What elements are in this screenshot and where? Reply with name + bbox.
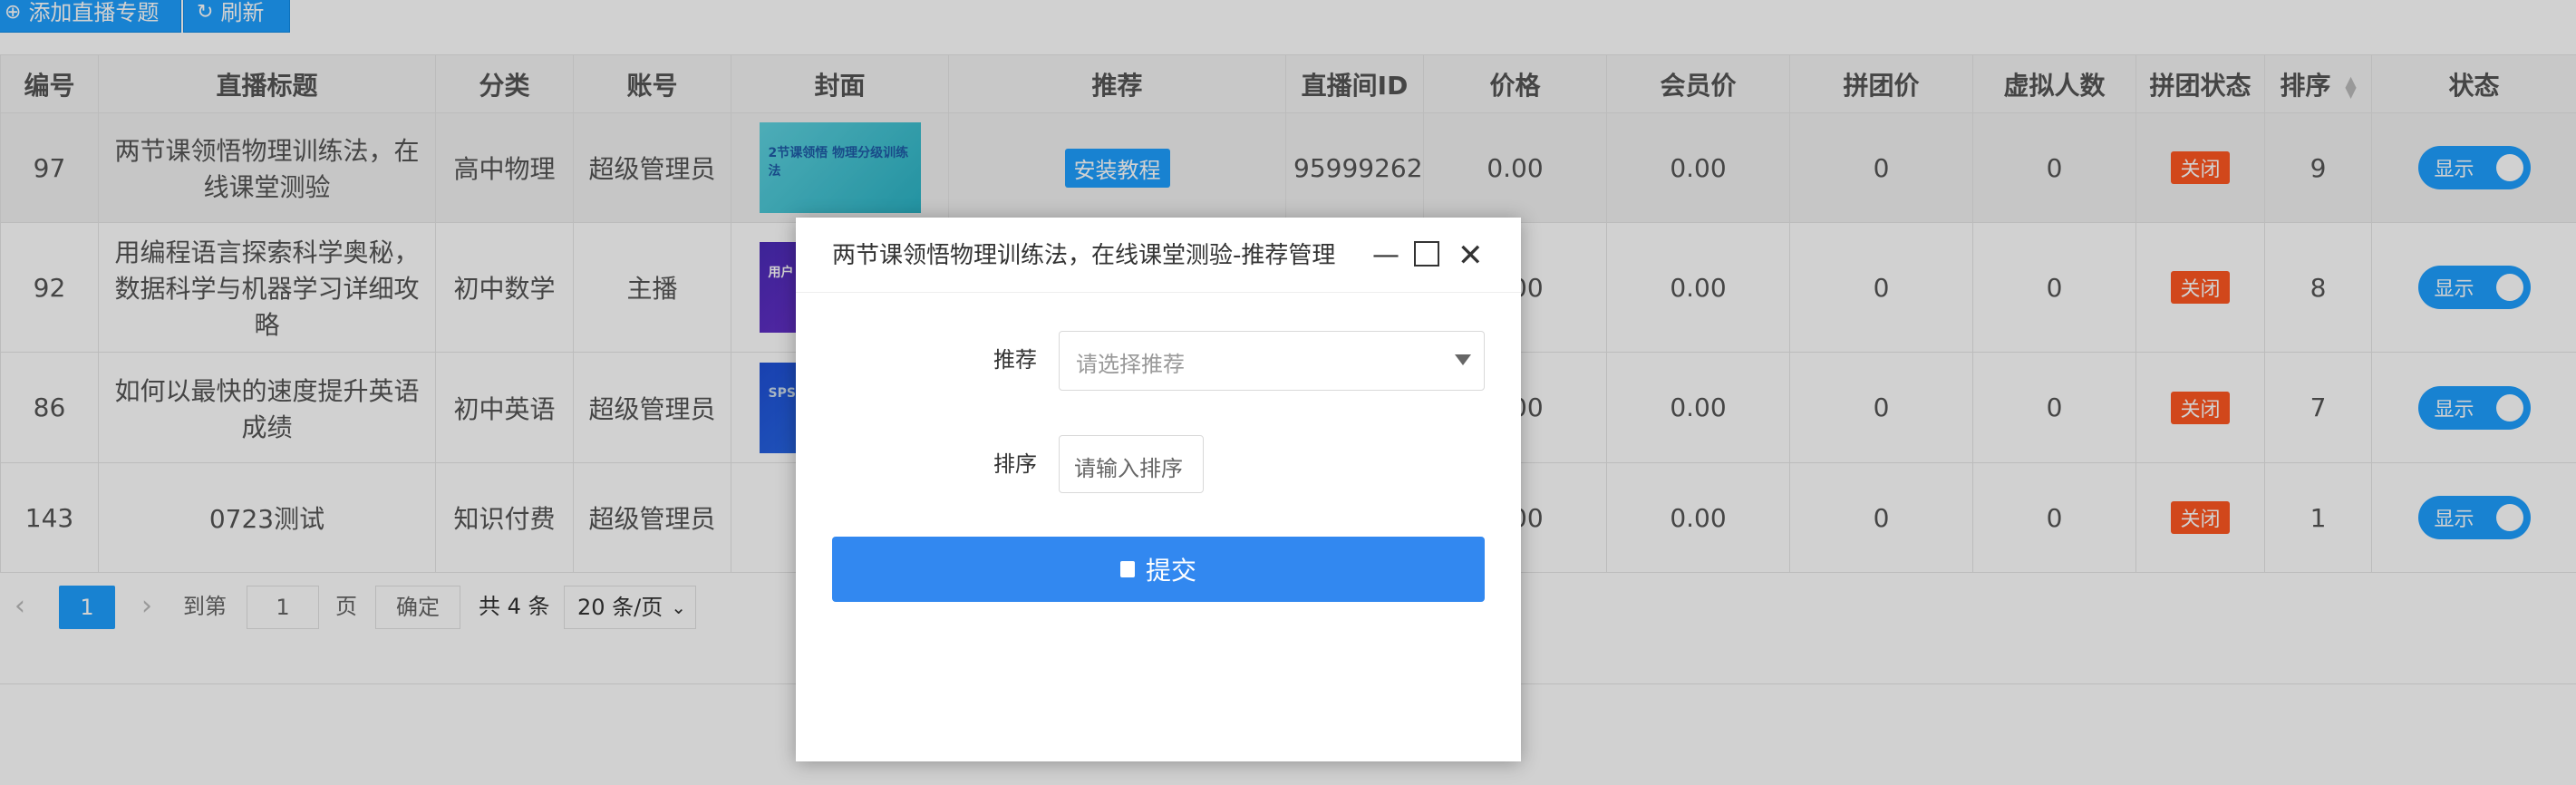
submit-icon [1119,561,1135,577]
submit-label: 提交 [1145,556,1196,586]
submit-button[interactable]: 提交 [832,537,1485,602]
recommend-placeholder: 请选择推荐 [1076,352,1185,377]
maximize-icon[interactable] [1414,241,1439,267]
recommend-select[interactable]: 请选择推荐 [1059,331,1485,391]
recommend-label: 推荐 [993,347,1037,373]
sort-placeholder: 请输入排序 [1074,456,1183,481]
recommend-dialog: 两节课领悟物理训练法，在线课堂测验-推荐管理 — ✕ 推荐 请选择推荐 排序 请… [796,218,1521,761]
sort-input[interactable]: 请输入排序 [1059,435,1204,493]
close-icon[interactable]: ✕ [1457,237,1484,274]
dialog-title: 两节课领悟物理训练法，在线课堂测验-推荐管理 [832,242,1336,269]
sort-label: 排序 [993,451,1037,477]
dialog-header: 两节课领悟物理训练法，在线课堂测验-推荐管理 — ✕ [796,218,1521,293]
minimize-icon[interactable]: — [1372,237,1399,274]
dropdown-arrow-icon [1455,354,1471,365]
